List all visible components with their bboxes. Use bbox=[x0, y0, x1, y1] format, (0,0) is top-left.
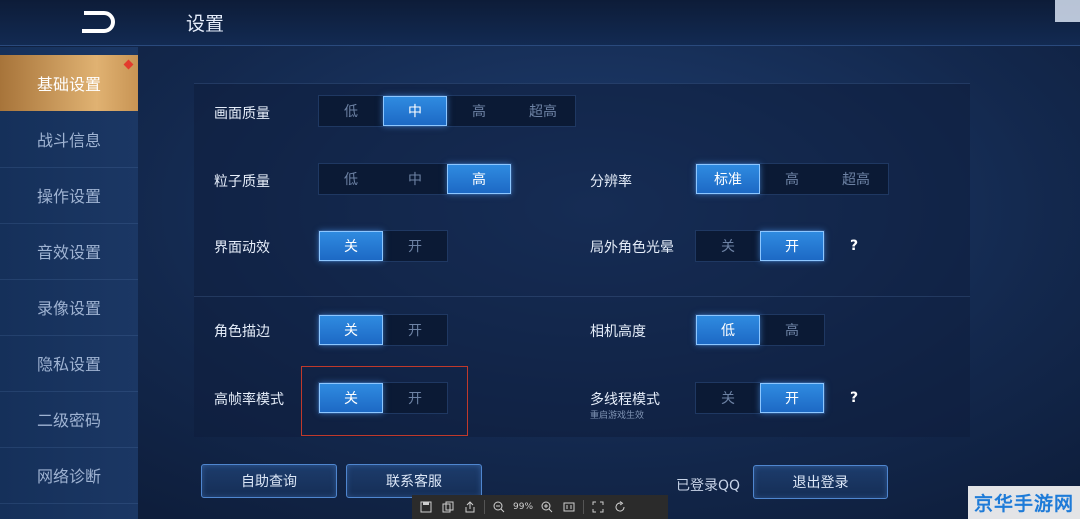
sidebar-item-label: 录像设置 bbox=[36, 299, 101, 318]
picture-quality-selector: 低 中 高 超高 bbox=[318, 95, 576, 127]
camera-height-toggle: 低 高 bbox=[695, 314, 825, 346]
picture-quality-option-medium[interactable]: 中 bbox=[383, 96, 447, 126]
multithread-sublabel: 重启游戏生效 bbox=[590, 411, 645, 421]
sidebar-item-label: 音效设置 bbox=[36, 243, 101, 262]
particle-quality-option-high[interactable]: 高 bbox=[447, 164, 511, 194]
particle-quality-option-medium[interactable]: 中 bbox=[383, 164, 447, 194]
page-title: 设置 bbox=[186, 13, 225, 35]
outline-toggle: 关 开 bbox=[318, 314, 448, 346]
particle-quality-selector: 低 中 高 bbox=[318, 163, 512, 195]
multithread-option-on[interactable]: 开 bbox=[760, 383, 824, 413]
high-fps-label: 高帧率模式 bbox=[214, 392, 284, 408]
camera-height-label: 相机高度 bbox=[590, 324, 646, 340]
question-mark-icon[interactable]: ? bbox=[844, 388, 864, 408]
actual-size-icon[interactable] bbox=[561, 499, 577, 515]
share-icon[interactable] bbox=[462, 499, 478, 515]
resolution-option-standard[interactable]: 标准 bbox=[696, 164, 760, 194]
sidebar-item-secondary-password[interactable]: 二级密码 bbox=[0, 391, 138, 448]
self-query-button[interactable]: 自助查询 bbox=[201, 464, 337, 498]
sidebar-item-privacy[interactable]: 隐私设置 bbox=[0, 335, 138, 392]
resolution-option-high[interactable]: 高 bbox=[760, 164, 824, 194]
sidebar-item-label: 操作设置 bbox=[36, 187, 101, 206]
toolbar-divider bbox=[484, 500, 485, 514]
back-arrow-icon bbox=[82, 11, 115, 33]
sidebar-item-label: 战斗信息 bbox=[36, 131, 101, 150]
ui-animation-toggle: 关 开 bbox=[318, 230, 448, 262]
sidebar-item-label: 隐私设置 bbox=[36, 355, 101, 374]
top-bar: 设置 bbox=[0, 0, 1080, 46]
resolution-option-ultra[interactable]: 超高 bbox=[824, 164, 888, 194]
login-status-text: 已登录QQ bbox=[676, 478, 741, 494]
sidebar-item-controls[interactable]: 操作设置 bbox=[0, 167, 138, 224]
sidebar-item-label: 网络诊断 bbox=[36, 467, 101, 486]
sidebar-item-audio[interactable]: 音效设置 bbox=[0, 223, 138, 280]
multithread-label: 多线程模式 bbox=[590, 392, 660, 408]
sidebar: 基础设置 战斗信息 操作设置 音效设置 录像设置 隐私设置 二级密码 网络诊断 bbox=[0, 47, 138, 519]
outline-option-off[interactable]: 关 bbox=[319, 315, 383, 345]
save-icon[interactable] bbox=[418, 499, 434, 515]
picture-quality-option-ultra[interactable]: 超高 bbox=[511, 96, 575, 126]
logout-button[interactable]: 退出登录 bbox=[753, 465, 888, 499]
ui-animation-option-off[interactable]: 关 bbox=[319, 231, 383, 261]
outline-label: 角色描边 bbox=[214, 324, 270, 340]
notification-dot-icon bbox=[123, 59, 134, 70]
contact-service-button[interactable]: 联系客服 bbox=[346, 464, 482, 498]
multithread-toggle: 关 开 bbox=[695, 382, 825, 414]
ui-animation-label: 界面动效 bbox=[214, 240, 270, 256]
rotate-icon[interactable] bbox=[612, 499, 628, 515]
back-button[interactable] bbox=[75, 9, 121, 35]
fit-window-icon[interactable] bbox=[590, 499, 606, 515]
outfield-glow-option-on[interactable]: 开 bbox=[760, 231, 824, 261]
particle-quality-label: 粒子质量 bbox=[214, 174, 270, 190]
particle-quality-option-low[interactable]: 低 bbox=[319, 164, 383, 194]
outline-option-on[interactable]: 开 bbox=[383, 315, 447, 345]
zoom-out-icon[interactable] bbox=[491, 499, 507, 515]
toolbar-divider bbox=[583, 500, 585, 514]
zoom-level: 99% bbox=[513, 502, 534, 512]
ui-animation-option-on[interactable]: 开 bbox=[383, 231, 447, 261]
sidebar-item-label: 二级密码 bbox=[36, 411, 101, 430]
camera-height-option-low[interactable]: 低 bbox=[696, 315, 760, 345]
outfield-glow-option-off[interactable]: 关 bbox=[696, 231, 760, 261]
outfield-glow-toggle: 关 开 bbox=[695, 230, 825, 262]
picture-quality-option-low[interactable]: 低 bbox=[319, 96, 383, 126]
picture-quality-label: 画面质量 bbox=[214, 106, 270, 122]
sidebar-item-network-diagnosis[interactable]: 网络诊断 bbox=[0, 447, 138, 504]
camera-height-option-high[interactable]: 高 bbox=[760, 315, 824, 345]
multithread-option-off[interactable]: 关 bbox=[696, 383, 760, 413]
question-mark-icon[interactable]: ? bbox=[844, 236, 864, 256]
corner-decoration bbox=[1055, 0, 1080, 22]
image-viewer-toolbar: 99% bbox=[412, 495, 668, 519]
divider bbox=[194, 296, 970, 297]
outfield-glow-label: 局外角色光晕 bbox=[590, 240, 674, 256]
highlight-annotation-box bbox=[301, 366, 468, 436]
picture-quality-option-high[interactable]: 高 bbox=[447, 96, 511, 126]
copy-icon[interactable] bbox=[440, 499, 456, 515]
resolution-selector: 标准 高 超高 bbox=[695, 163, 889, 195]
sidebar-item-label: 基础设置 bbox=[36, 75, 101, 94]
sidebar-item-recording[interactable]: 录像设置 bbox=[0, 279, 138, 336]
zoom-in-icon[interactable] bbox=[539, 499, 555, 515]
site-watermark-logo: 京华手游网 bbox=[968, 486, 1080, 519]
resolution-label: 分辨率 bbox=[590, 174, 632, 190]
sidebar-item-battle-info[interactable]: 战斗信息 bbox=[0, 111, 138, 168]
sidebar-item-basic[interactable]: 基础设置 bbox=[0, 55, 138, 111]
